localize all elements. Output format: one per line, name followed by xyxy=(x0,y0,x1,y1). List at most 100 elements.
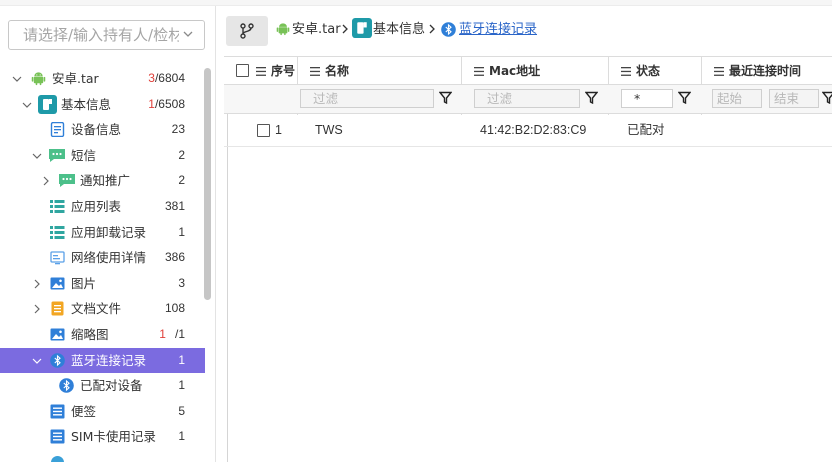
tree-item-count: 5 xyxy=(178,403,185,418)
mac-filter-input[interactable]: 过滤 xyxy=(474,89,580,108)
tree-item-network-usage[interactable]: 网络使用详情 386 xyxy=(0,245,205,271)
info-icon xyxy=(38,94,57,114)
tree-item-count: 1/1 xyxy=(159,326,185,341)
tree-item-count: 1/6508 xyxy=(148,96,185,111)
filter-icon[interactable] xyxy=(678,91,691,104)
tree-item-android-tar[interactable]: 安卓.tar 3/6804 xyxy=(0,66,205,92)
tree-item-count: 108 xyxy=(164,301,185,316)
tree-item-count: 1 xyxy=(178,224,185,239)
chevron-down-icon[interactable] xyxy=(32,356,42,366)
tree-item-documents[interactable]: 文档文件 108 xyxy=(0,296,205,322)
image-icon xyxy=(50,277,65,290)
table-row[interactable]: 1 TWS 41:42:B2:D2:83:C9 已配对 xyxy=(224,114,832,147)
column-header-index[interactable]: 序号 xyxy=(256,57,295,85)
chevron-right-icon xyxy=(342,24,348,34)
image-icon xyxy=(50,328,65,341)
tree-item-count: 2 xyxy=(178,147,185,162)
start-date-input[interactable]: 起始 xyxy=(712,89,762,108)
menu-icon xyxy=(621,67,631,76)
holder-selector-input[interactable] xyxy=(9,21,179,49)
filter-icon[interactable] xyxy=(585,91,598,104)
tree-item-app-list[interactable]: 应用列表 381 xyxy=(0,194,205,220)
tree-item-label: 应用列表 xyxy=(71,198,122,214)
android-icon xyxy=(276,23,290,36)
menu-icon xyxy=(474,67,484,76)
name-filter-input[interactable]: 过滤 xyxy=(300,89,434,108)
tree-item-sim-usage[interactable]: SIM卡使用记录 1 xyxy=(0,424,205,450)
column-header-last-connected[interactable]: 最近连接时间 xyxy=(714,57,801,85)
tree-item-count: 23 xyxy=(171,122,185,137)
select-all-checkbox[interactable] xyxy=(236,64,249,77)
sms-icon xyxy=(59,174,75,188)
breadcrumb-current[interactable]: 蓝牙连接记录 xyxy=(459,20,537,40)
tree-item-label: 短信 xyxy=(71,147,97,163)
tree-item-label: 便签 xyxy=(71,403,97,419)
breadcrumb: 安卓.tar 基本信息 蓝牙连接记录 xyxy=(224,14,832,48)
tree-item-label: 文档文件 xyxy=(71,301,122,317)
tree-item-label: 基本信息 xyxy=(61,96,112,112)
tree-item-count: 3 xyxy=(178,275,185,290)
row-index: 1 xyxy=(275,123,282,137)
holder-selector[interactable] xyxy=(8,20,205,50)
column-header-mac[interactable]: Mac地址 xyxy=(474,57,540,85)
tree-item-label: 蓝牙连接记录 xyxy=(71,352,147,368)
bluetooth-icon xyxy=(50,352,65,368)
tree-item-label: 安卓.tar xyxy=(52,71,99,86)
tree-item-label: 图片 xyxy=(71,275,97,291)
breadcrumb-parent[interactable]: 基本信息 xyxy=(373,20,425,40)
column-header-status[interactable]: 状态 xyxy=(621,57,660,85)
tree-item-thumbnails[interactable]: 缩略图 1/1 xyxy=(0,322,205,348)
list-icon xyxy=(50,429,65,444)
tree-item-paired-devices[interactable]: 已配对设备 1 xyxy=(0,373,205,399)
chevron-down-icon[interactable] xyxy=(182,28,194,40)
tree-scrollbar[interactable] xyxy=(204,68,211,300)
tree-item-notes[interactable]: 便签 5 xyxy=(0,399,205,425)
tree-item-label: 设备信息 xyxy=(71,122,122,138)
row-name: TWS xyxy=(315,123,343,137)
evidence-tree: 安卓.tar 3/6804 基本信息 1/6508 设备信息 23 短信 2 通… xyxy=(0,66,205,462)
bluetooth-icon xyxy=(441,22,456,37)
content-panel: 安卓.tar 基本信息 蓝牙连接记录 序号 名称 Mac地址 状态 最近连接时间… xyxy=(224,6,832,462)
tree-item-promotion[interactable]: 通知推广 2 xyxy=(0,168,205,194)
chevron-down-icon[interactable] xyxy=(12,74,22,84)
document-icon xyxy=(51,301,64,316)
tree-item-count: 386 xyxy=(164,250,185,265)
tree-item-label: 通知推广 xyxy=(80,173,131,189)
tree-item-images[interactable]: 图片 3 xyxy=(0,271,205,297)
sms-icon xyxy=(49,148,65,162)
column-header-name[interactable]: 名称 xyxy=(310,57,349,85)
chevron-right-icon[interactable] xyxy=(32,304,42,314)
menu-icon xyxy=(256,67,266,76)
list-icon xyxy=(50,225,65,239)
android-icon xyxy=(31,72,46,86)
tree-item-partial[interactable] xyxy=(0,450,205,462)
tree-item-basic-info[interactable]: 基本信息 1/6508 xyxy=(0,92,205,118)
row-checkbox[interactable] xyxy=(257,124,270,137)
branch-icon xyxy=(240,23,254,39)
end-date-input[interactable]: 结束 xyxy=(769,89,819,108)
tree-item-count: 381 xyxy=(164,198,185,213)
branch-button[interactable] xyxy=(226,16,268,46)
tree-item-device-info[interactable]: 设备信息 23 xyxy=(0,117,205,143)
list-icon xyxy=(50,199,65,213)
bluetooth-icon xyxy=(59,378,74,393)
tree-item-app-uninstall[interactable]: 应用卸载记录 1 xyxy=(0,220,205,246)
chevron-down-icon[interactable] xyxy=(32,151,42,161)
tree-item-label: 已配对设备 xyxy=(80,378,143,394)
tree-item-count: 1 xyxy=(178,378,185,393)
tree-item-bluetooth[interactable]: 蓝牙连接记录 1 xyxy=(0,347,205,374)
menu-icon xyxy=(310,67,320,76)
breadcrumb-root[interactable]: 安卓.tar xyxy=(292,20,341,40)
info-icon xyxy=(352,18,372,38)
tree-item-count: 1 xyxy=(178,429,185,444)
chevron-right-icon[interactable] xyxy=(32,279,42,289)
filter-icon[interactable] xyxy=(439,91,452,104)
status-filter-select[interactable]: * xyxy=(621,89,673,108)
filter-icon[interactable] xyxy=(822,91,832,104)
tree-item-count: 1 xyxy=(178,352,185,367)
left-panel: 安卓.tar 3/6804 基本信息 1/6508 设备信息 23 短信 2 通… xyxy=(0,6,216,462)
chevron-down-icon[interactable] xyxy=(22,100,32,110)
tree-item-sms[interactable]: 短信 2 xyxy=(0,143,205,169)
filter-row: 过滤 过滤 * 起始 结束 xyxy=(224,85,832,114)
chevron-right-icon[interactable] xyxy=(41,176,51,186)
